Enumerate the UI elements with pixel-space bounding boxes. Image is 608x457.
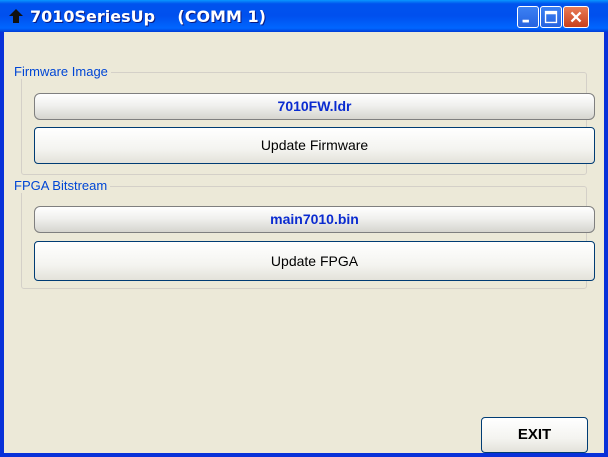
arrow-up-icon	[8, 8, 24, 24]
close-icon	[570, 11, 582, 23]
title-bar[interactable]: 7010SeriesUp (COMM 1)	[0, 0, 608, 32]
exit-button[interactable]: EXIT	[481, 417, 588, 453]
maximize-icon	[544, 10, 558, 24]
window-title: 7010SeriesUp (COMM 1)	[30, 7, 266, 26]
firmware-file-field[interactable]: 7010FW.ldr	[34, 93, 595, 120]
close-button[interactable]	[563, 6, 589, 28]
fpga-file-field[interactable]: main7010.bin	[34, 206, 595, 233]
minimize-icon	[522, 19, 529, 23]
update-firmware-button[interactable]: Update Firmware	[34, 127, 595, 164]
fpga-group-label: FPGA Bitstream	[11, 178, 111, 193]
app-name: 7010SeriesUp	[30, 7, 156, 26]
minimize-button[interactable]	[517, 6, 539, 28]
firmware-group-label: Firmware Image	[11, 64, 111, 79]
maximize-button[interactable]	[540, 6, 562, 28]
port-label: (COMM 1)	[177, 7, 266, 26]
update-fpga-button[interactable]: Update FPGA	[34, 241, 595, 281]
